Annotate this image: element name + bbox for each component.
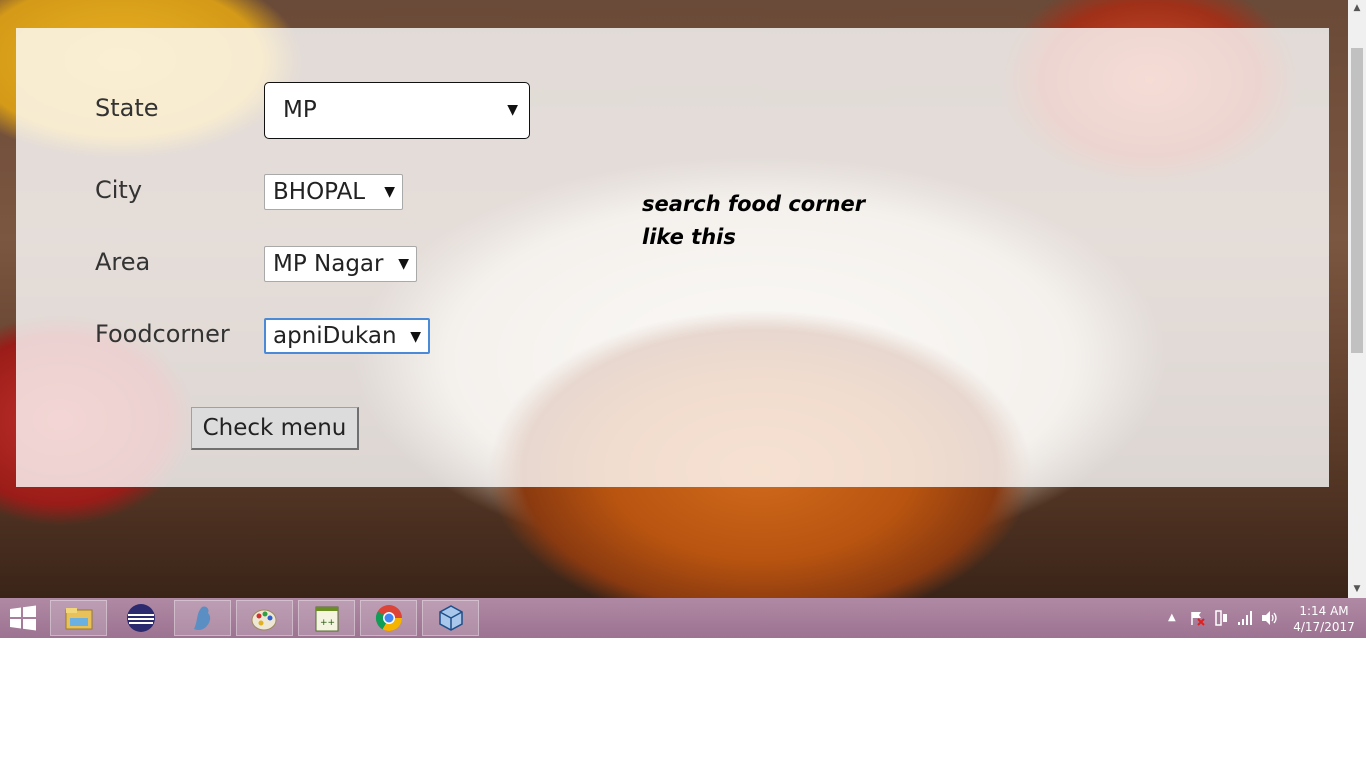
taskbar-paint[interactable] [236,600,293,636]
scroll-down-arrow-icon[interactable]: ▼ [1348,581,1366,598]
vertical-scrollbar[interactable]: ▲ ▼ [1348,0,1366,598]
area-select[interactable]: MP Nagar ▼ [264,246,417,282]
annotation-line-2: like this [642,225,736,249]
eclipse-icon [126,604,155,632]
notepad-plus-plus-icon: ++ [315,606,338,632]
taskbar-virtualbox[interactable] [422,600,479,636]
svg-text:++: ++ [320,618,335,628]
virtualbox-icon [438,605,463,631]
annotation-line-1: search food corner [642,192,866,216]
check-menu-button[interactable]: Check menu [191,407,359,450]
mysql-icon [193,606,210,631]
area-select-value: MP Nagar [273,251,384,277]
background-food-photo: State MP ▼ City BHOPAL ▼ Area MP Nagar ▼… [0,0,1348,598]
state-select-value: MP [283,97,317,123]
show-hidden-icons-icon[interactable]: ▲ [1168,610,1176,626]
clock-date: 4/17/2017 [1293,620,1355,634]
area-label: Area [95,248,151,276]
taskbar-mysql[interactable] [174,600,231,636]
foodcorner-label: Foodcorner [95,320,230,348]
scroll-thumb[interactable] [1351,48,1363,353]
city-select[interactable]: BHOPAL ▼ [264,174,403,210]
taskbar-eclipse[interactable] [112,600,169,636]
file-explorer-icon [65,608,92,630]
city-select-value: BHOPAL [273,179,366,205]
paint-icon [251,609,276,631]
taskbar-notepad-plus-plus[interactable]: ++ [298,600,355,636]
taskbar-chrome[interactable] [360,600,417,636]
city-label: City [95,176,143,204]
chevron-down-icon: ▼ [410,329,421,345]
volume-icon[interactable] [1261,610,1279,631]
clock-time: 1:14 AM [1299,604,1349,618]
chevron-down-icon: ▼ [507,102,518,118]
taskbar-clock[interactable]: 1:14 AM 4/17/2017 [1282,603,1366,635]
power-icon[interactable] [1213,610,1229,631]
windows-logo-icon [10,605,36,631]
state-select[interactable]: MP ▼ [264,82,530,139]
network-signal-icon[interactable] [1237,610,1253,631]
chrome-icon [375,605,402,632]
state-label: State [95,94,159,122]
taskbar-file-explorer[interactable] [50,600,107,636]
start-button[interactable] [0,600,46,636]
chevron-down-icon: ▼ [398,256,409,272]
chevron-down-icon: ▼ [384,184,395,200]
foodcorner-select-value: apniDukan [273,323,397,349]
action-center-flag-icon[interactable] [1189,610,1205,631]
scroll-up-arrow-icon[interactable]: ▲ [1348,0,1366,17]
foodcorner-select[interactable]: apniDukan ▼ [264,318,430,354]
annotation-text: search food corner like this [642,188,865,254]
taskbar: ++ ▲ [0,598,1366,638]
